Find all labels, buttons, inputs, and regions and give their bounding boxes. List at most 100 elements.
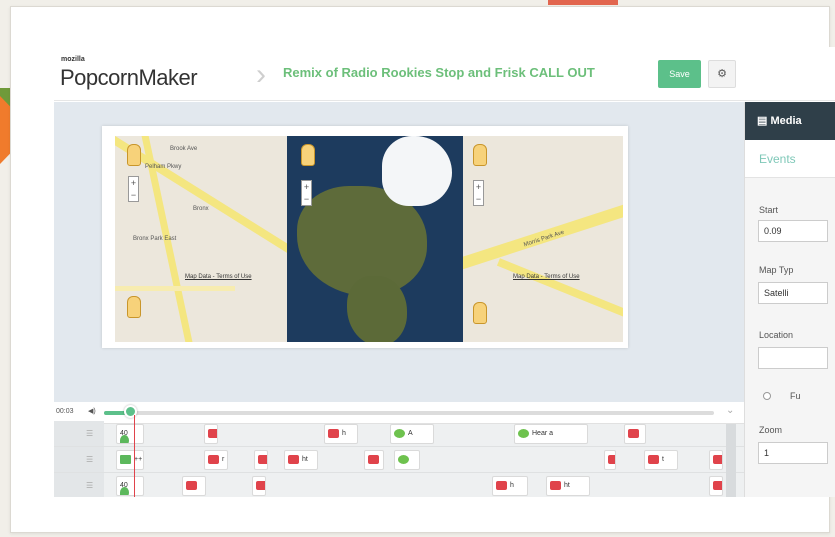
timeline-event[interactable] xyxy=(394,450,420,470)
app-logo[interactable]: PopcornMaker xyxy=(60,65,198,91)
chat-icon xyxy=(394,428,405,438)
fullscreen-label: Fu xyxy=(790,391,801,401)
timeline-event[interactable]: 40 xyxy=(116,476,144,496)
timeline-event[interactable] xyxy=(709,450,723,470)
timeline-event[interactable] xyxy=(204,424,218,444)
event-label: Hear a xyxy=(532,430,554,437)
timeline-event[interactable]: Hear a xyxy=(514,424,588,444)
camera-icon xyxy=(648,454,659,464)
zoom-control[interactable]: + − xyxy=(301,180,312,206)
zoom-input[interactable]: 1 xyxy=(758,442,828,464)
timeline-event[interactable]: r xyxy=(204,450,228,470)
timeline-event[interactable]: ht xyxy=(284,450,318,470)
event-label: ht xyxy=(302,456,308,463)
track-handle[interactable]: ☰ xyxy=(54,421,104,446)
timeline-track[interactable]: ☰ 40 h A Hear a xyxy=(54,421,744,447)
camera-icon xyxy=(713,454,722,464)
camera-icon xyxy=(628,428,639,438)
map-credit[interactable]: Map Data - Terms of Use xyxy=(185,274,252,280)
timeline-event[interactable]: ht xyxy=(546,476,590,496)
save-button[interactable]: Save xyxy=(658,60,701,88)
timeline-track[interactable]: ☰ 40 h ht xyxy=(54,473,744,497)
drag-handle-icon[interactable]: ☰ xyxy=(86,429,93,438)
gear-icon[interactable]: ⚙ xyxy=(708,60,736,88)
timeline-event[interactable] xyxy=(364,450,384,470)
timeline-event[interactable]: h xyxy=(492,476,528,496)
timeline-event[interactable]: 40 xyxy=(116,424,144,444)
pegman-icon[interactable] xyxy=(127,144,141,166)
camera-icon xyxy=(258,454,267,464)
map-icon xyxy=(120,435,129,443)
map-satellite-center[interactable]: + − xyxy=(287,136,463,342)
timeline-event[interactable]: t xyxy=(644,450,678,470)
start-label: Start xyxy=(759,205,779,215)
timeline-scrollbar[interactable] xyxy=(726,424,736,497)
tab-media[interactable]: ▤ Media xyxy=(745,102,835,140)
progress-track[interactable] xyxy=(104,411,714,415)
land-mass xyxy=(347,276,407,342)
chat-icon xyxy=(518,428,529,438)
camera-icon xyxy=(288,454,299,464)
camera-icon xyxy=(608,454,615,464)
timeline-event[interactable]: ++ xyxy=(116,450,144,470)
road xyxy=(496,258,623,322)
pegman-icon[interactable] xyxy=(127,296,141,318)
map-street-right[interactable]: + − Morris Park Ave Map Data - Terms of U… xyxy=(463,136,623,342)
drag-handle-icon[interactable]: ☰ xyxy=(86,455,93,464)
zoom-control[interactable]: + − xyxy=(473,180,484,206)
preview-frame: + − Brook Ave Bronx Bronx Park East Pelha… xyxy=(102,126,628,348)
timeline-event[interactable] xyxy=(624,424,646,444)
camera-icon xyxy=(368,454,379,464)
camera-icon xyxy=(256,480,265,490)
timeline-event[interactable] xyxy=(709,476,723,496)
ice-mass xyxy=(382,136,452,206)
chevron-down-icon[interactable]: ⌄ xyxy=(726,405,734,416)
pegman-icon[interactable] xyxy=(301,144,315,166)
editor-panel: ▤ Media Events Start 0.09 Map Typ Satell… xyxy=(744,102,835,497)
map-credit[interactable]: Map Data - Terms of Use xyxy=(513,274,580,280)
map-label: Bronx Park East xyxy=(133,236,177,242)
timeline-track[interactable]: ☰ ++ r ht t xyxy=(54,447,744,473)
map-label: Pelham Pkwy xyxy=(145,164,182,170)
zoom-control[interactable]: + − xyxy=(128,176,139,202)
chevron-right-icon: › xyxy=(256,58,266,91)
logo-part-b: Maker xyxy=(138,65,198,90)
playhead[interactable] xyxy=(134,415,135,497)
volume-icon[interactable]: ◀) xyxy=(88,407,96,415)
timeline-event[interactable] xyxy=(604,450,616,470)
map-street-left[interactable]: + − Brook Ave Bronx Bronx Park East Pelha… xyxy=(115,136,287,342)
track-handle[interactable]: ☰ xyxy=(54,473,104,497)
camera-icon xyxy=(208,428,217,438)
event-label: r xyxy=(222,456,225,463)
pegman-icon[interactable] xyxy=(473,144,487,166)
event-label: h xyxy=(510,482,514,489)
current-time: 00:03 xyxy=(56,408,74,415)
camera-icon xyxy=(208,454,219,464)
timeline-event[interactable]: h xyxy=(324,424,358,444)
popcorn-maker-app: mozilla PopcornMaker › Remix of Radio Ro… xyxy=(54,47,835,497)
location-input[interactable] xyxy=(758,347,828,369)
tab-events[interactable]: Events xyxy=(745,140,835,178)
start-input[interactable]: 0.09 xyxy=(758,220,828,242)
camera-icon xyxy=(186,480,197,490)
project-title[interactable]: Remix of Radio Rookies Stop and Frisk CA… xyxy=(283,65,595,80)
map-type-select[interactable]: Satelli xyxy=(758,282,828,304)
event-label: A xyxy=(408,430,413,437)
fullscreen-checkbox[interactable] xyxy=(763,392,771,400)
pegman-icon[interactable] xyxy=(473,302,487,324)
decorative-red-bar xyxy=(548,0,618,5)
timeline-event[interactable] xyxy=(254,450,268,470)
timeline-event[interactable]: A xyxy=(390,424,434,444)
timeline-event[interactable] xyxy=(252,476,266,496)
drag-handle-icon[interactable]: ☰ xyxy=(86,481,93,490)
zoom-label: Zoom xyxy=(759,425,783,435)
logo-mozilla: mozilla xyxy=(61,56,85,63)
scrubber-handle[interactable] xyxy=(124,405,137,418)
timeline-event[interactable] xyxy=(182,476,206,496)
stage-area: + − Brook Ave Bronx Bronx Park East Pelha… xyxy=(54,102,744,402)
track-handle[interactable]: ☰ xyxy=(54,447,104,472)
location-label: Location xyxy=(759,330,794,340)
event-label: h xyxy=(342,430,346,437)
street-label: Brook Ave xyxy=(170,146,198,152)
event-label: ++ xyxy=(134,456,143,463)
